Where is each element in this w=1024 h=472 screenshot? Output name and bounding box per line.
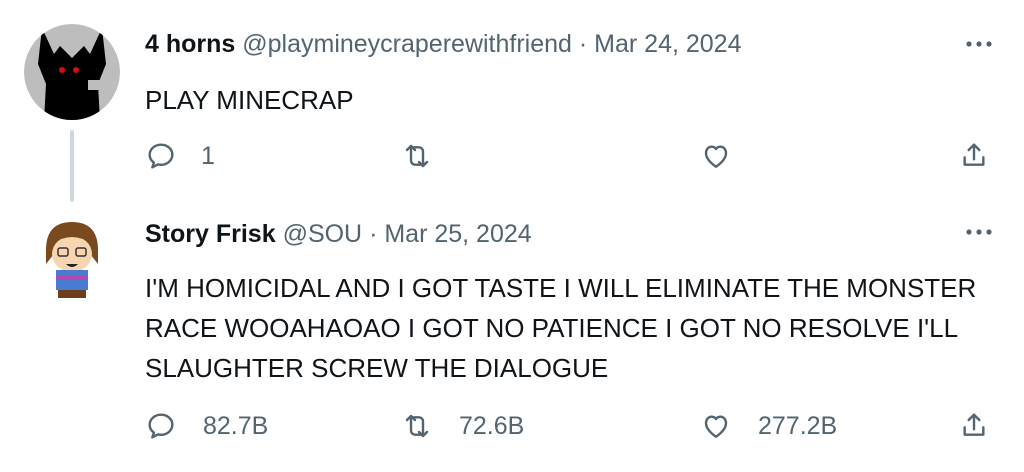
tweet-header: Story Frisk @SOU · Mar 25, 2024 — [145, 220, 532, 249]
tweet-text: PLAY MINECRAP — [145, 85, 354, 115]
separator: · — [369, 220, 378, 248]
heart-icon — [704, 145, 728, 168]
retweet-count: 72.6B — [459, 411, 525, 440]
retweet-button[interactable] — [401, 140, 459, 172]
retweet-button[interactable]: 72.6B — [401, 410, 524, 442]
reply-icon — [148, 413, 174, 439]
more-options-button[interactable] — [964, 34, 994, 54]
like-button[interactable] — [700, 140, 758, 172]
reply-icon — [148, 143, 174, 169]
tweet-text: I'M HOMICIDAL AND I GOT TASTE I WILL ELI… — [145, 273, 977, 383]
dark-creature-avatar-icon — [24, 24, 120, 120]
retweet-icon — [405, 414, 429, 438]
avatar[interactable] — [24, 24, 120, 120]
display-name[interactable]: Story Frisk — [145, 220, 276, 248]
reply-button[interactable]: 1 — [145, 140, 215, 172]
more-options-button[interactable] — [964, 222, 994, 242]
reply-button[interactable]: 82.7B — [145, 410, 268, 442]
tweet-date[interactable]: Mar 24, 2024 — [594, 30, 741, 58]
more-dots-icon — [966, 41, 992, 47]
share-button[interactable] — [958, 410, 990, 442]
user-handle[interactable]: @SOU — [283, 220, 363, 248]
heart-icon — [704, 415, 728, 438]
frisk-character-avatar-icon — [24, 210, 120, 306]
tweet-date[interactable]: Mar 25, 2024 — [384, 220, 531, 248]
share-icon — [963, 143, 985, 166]
like-count: 277.2B — [758, 411, 838, 440]
display-name[interactable]: 4 horns — [145, 30, 235, 58]
action-bar: 82.7B 72.6B 277.2B — [0, 410, 1024, 450]
retweet-icon — [405, 144, 429, 168]
avatar[interactable] — [24, 210, 120, 306]
share-icon — [963, 413, 985, 436]
like-button[interactable]: 277.2B — [700, 410, 837, 442]
user-handle[interactable]: @playmineycraperewithfriend — [242, 30, 572, 58]
share-button[interactable] — [958, 140, 990, 172]
tweet-header: 4 horns @playmineycraperewithfriend · Ma… — [145, 30, 742, 59]
tweet-2[interactable]: Story Frisk @SOU · Mar 25, 2024 I'M HOMI… — [0, 200, 1024, 472]
action-bar: 1 — [0, 140, 1024, 180]
reply-count: 82.7B — [203, 411, 269, 440]
tweet-1[interactable]: 4 horns @playmineycraperewithfriend · Ma… — [0, 0, 1024, 202]
separator: · — [578, 30, 588, 58]
reply-count: 1 — [201, 141, 215, 170]
more-dots-icon — [966, 229, 992, 235]
